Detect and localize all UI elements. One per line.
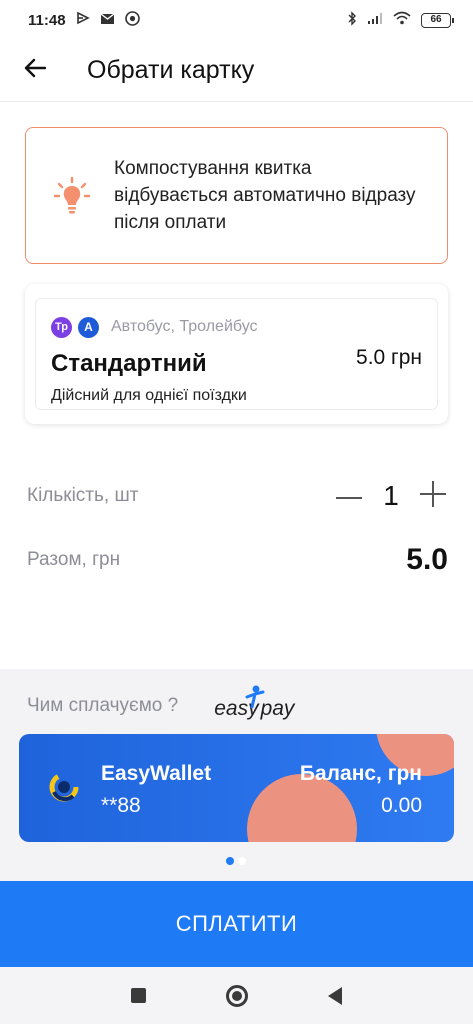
app-bar: Обрати картку bbox=[0, 40, 473, 102]
balance-value: 0.00 bbox=[381, 794, 422, 817]
page-title: Обрати картку bbox=[87, 56, 255, 84]
easypay-logo: easy pay bbox=[214, 685, 294, 721]
increment-button[interactable] bbox=[418, 480, 448, 513]
wallet-card[interactable]: EasyWallet **88 Баланс, грн 0.00 bbox=[19, 734, 454, 842]
wallet-number: **88 bbox=[101, 794, 141, 817]
transport-row: Тр А Автобус, Тролейбус bbox=[51, 316, 422, 338]
wallet-name: EasyWallet bbox=[101, 762, 212, 785]
plus-icon bbox=[419, 480, 447, 513]
info-text: Компостування квитка відбувається автома… bbox=[114, 158, 416, 233]
back-button[interactable] bbox=[0, 40, 70, 102]
quantity-value: 1 bbox=[383, 480, 399, 511]
transport-types: Автобус, Тролейбус bbox=[111, 318, 258, 335]
play-icon bbox=[76, 11, 90, 29]
payment-section: Чим сплачуємо ? easy pay EasyWallet **88… bbox=[0, 669, 473, 882]
decrement-button[interactable] bbox=[334, 481, 364, 511]
bus-badge: А bbox=[78, 316, 99, 338]
total-value: 5.0 bbox=[406, 543, 448, 576]
mail-icon bbox=[100, 12, 115, 29]
battery-icon: 66 bbox=[421, 12, 454, 28]
quantity-row: Кількість, шт 1 bbox=[27, 476, 448, 516]
system-back-button[interactable] bbox=[328, 986, 342, 1005]
trolleybus-badge: Тр bbox=[51, 316, 72, 338]
signal-icon bbox=[367, 12, 383, 29]
home-button[interactable] bbox=[226, 984, 248, 1007]
status-left: 11:48 bbox=[28, 10, 140, 30]
bluetooth-icon bbox=[347, 10, 357, 30]
status-time: 11:48 bbox=[28, 11, 66, 29]
balance-label: Баланс, грн bbox=[299, 762, 422, 785]
total-label: Разом, грн bbox=[27, 549, 121, 570]
chrome-icon bbox=[124, 10, 140, 30]
carousel-dot-active[interactable] bbox=[226, 857, 234, 865]
lightbulb-icon bbox=[52, 176, 92, 216]
minus-icon bbox=[335, 487, 363, 505]
status-right: 66 bbox=[347, 10, 454, 30]
payment-question: Чим сплачуємо ? bbox=[27, 695, 179, 716]
payment-header: Чим сплачуємо ? easy pay bbox=[27, 685, 294, 721]
ticket-card[interactable]: Тр А Автобус, Тролейбус Стандартний 5.0 … bbox=[25, 284, 448, 424]
easypay-figure-icon bbox=[244, 685, 266, 715]
wifi-icon bbox=[393, 11, 411, 29]
carousel-dot[interactable] bbox=[238, 857, 246, 865]
quantity-label: Кількість, шт bbox=[27, 485, 139, 506]
carousel-dots bbox=[226, 857, 246, 865]
ticket-price: 5.0 грн bbox=[356, 346, 422, 369]
quantity-stepper: 1 bbox=[334, 480, 448, 512]
pay-button[interactable]: СПЛАТИТИ bbox=[0, 881, 473, 967]
ticket-description: Дійсний для однієї поїздки bbox=[51, 387, 247, 404]
status-bar: 11:48 66 bbox=[0, 0, 473, 40]
total-row: Разом, грн 5.0 bbox=[27, 540, 448, 580]
recents-button[interactable] bbox=[131, 988, 146, 1003]
ticket-card-inner: Тр А Автобус, Тролейбус Стандартний 5.0 … bbox=[35, 298, 438, 410]
easywallet-icon bbox=[47, 770, 81, 804]
info-banner: Компостування квитка відбувається автома… bbox=[25, 127, 448, 264]
arrow-left-icon bbox=[24, 58, 47, 83]
system-nav-bar bbox=[0, 967, 473, 1024]
